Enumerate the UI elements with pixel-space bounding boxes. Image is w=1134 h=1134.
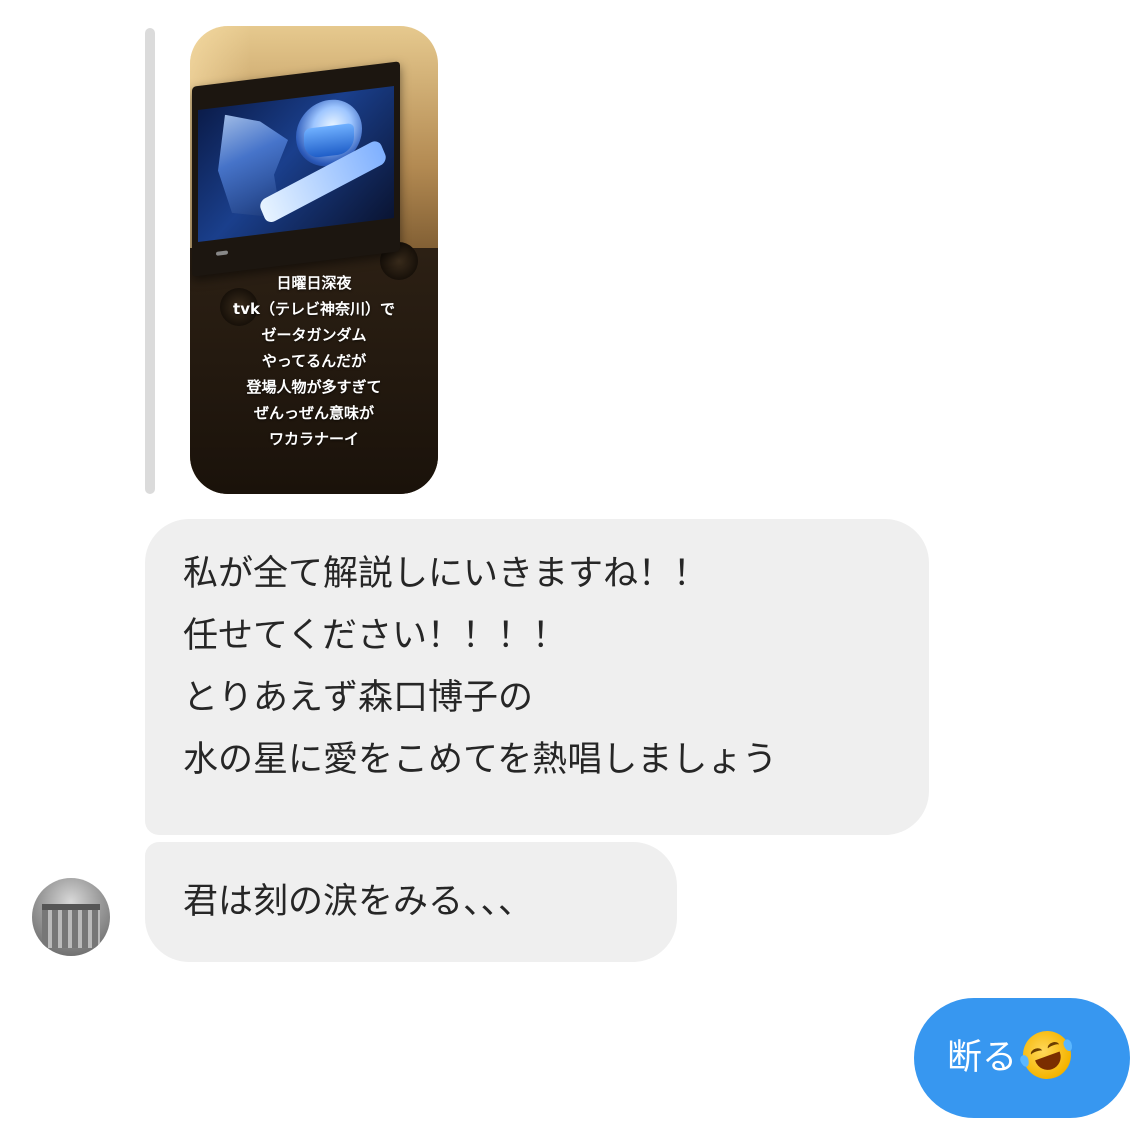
message-line: 任せてください！！！！ — [183, 616, 567, 656]
chat-thread: 日曜日深夜 tvk（テレビ神奈川）で ゼータガンダム やってるんだが 登場人物が… — [0, 0, 1134, 1134]
received-message-bubble[interactable]: 君は刻の涙をみる、、、 — [145, 842, 677, 962]
story-caption-line: ゼータガンダム — [261, 326, 367, 344]
message-line: 水の星に愛をこめてを熱唱しましょう — [183, 740, 778, 780]
story-caption-line: やってるんだが — [261, 352, 367, 370]
story-caption-line: 日曜日深夜 — [276, 274, 352, 292]
tv-logo — [216, 250, 228, 256]
rolling-on-floor-laughing-icon — [1016, 1024, 1078, 1086]
avatar-photo — [42, 904, 100, 948]
story-caption-line: ぜんっぜん意味が — [253, 404, 374, 422]
message-line: とりあえず森口博子の — [183, 678, 534, 718]
reply-quote-bar — [145, 28, 155, 494]
sender-avatar[interactable] — [32, 878, 110, 956]
received-message-bubble[interactable]: 私が全て解説しにいきますね！！ 任せてください！！！！ とりあえず森口博子の 水… — [145, 519, 929, 835]
sent-message-bubble[interactable]: 断る — [914, 998, 1130, 1118]
message-text: 断る — [947, 1038, 1018, 1078]
tv-screen-image — [198, 85, 394, 243]
message-text: 君は刻の涙をみる、、、 — [183, 882, 534, 922]
tv-set — [192, 61, 400, 277]
story-reply-thumbnail[interactable]: 日曜日深夜 tvk（テレビ神奈川）で ゼータガンダム やってるんだが 登場人物が… — [190, 26, 438, 494]
story-caption-line: tvk（テレビ神奈川）で — [233, 300, 395, 318]
story-caption-line: ワカラナーイ — [268, 430, 359, 448]
message-line: 私が全て解説しにいきますね！！ — [183, 554, 709, 594]
story-caption: 日曜日深夜 tvk（テレビ神奈川）で ゼータガンダム やってるんだが 登場人物が… — [190, 270, 438, 452]
story-caption-line: 登場人物が多すぎて — [246, 378, 382, 396]
